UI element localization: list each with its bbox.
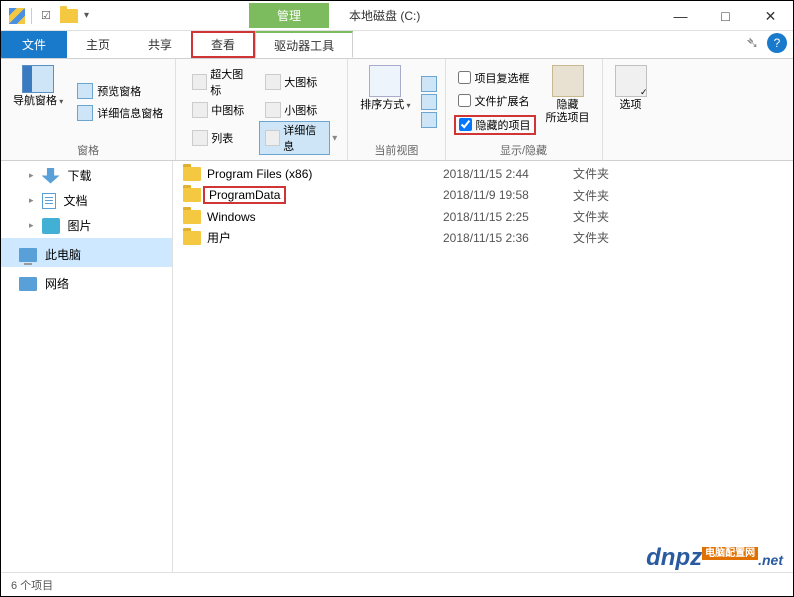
- ribbon-tabs: 文件 主页 共享 查看 驱动器工具 ➴ ?: [1, 31, 793, 59]
- minimize-button[interactable]: —: [658, 1, 703, 31]
- maximize-button[interactable]: □: [703, 1, 748, 31]
- layout-icon: [192, 130, 208, 146]
- layout-list[interactable]: 列表: [186, 121, 257, 155]
- tab-home[interactable]: 主页: [67, 31, 129, 58]
- hidden-items-toggle[interactable]: 隐藏的项目: [454, 115, 536, 135]
- ribbon-group-current-view: 排序方式 ▾ 当前视图: [348, 59, 445, 160]
- file-date: 2018/11/15 2:44: [443, 167, 573, 181]
- file-type: 文件夹: [573, 187, 609, 204]
- preview-pane-button[interactable]: 预览窗格: [73, 81, 167, 101]
- options-icon: ✓: [615, 65, 647, 97]
- item-count: 6 个项目: [11, 577, 53, 593]
- layout-lg-icons[interactable]: 大图标: [259, 65, 330, 99]
- nav-pane-button[interactable]: 导航窗格 ▾: [9, 63, 67, 140]
- details-pane-button[interactable]: 详细信息窗格: [73, 103, 167, 123]
- hide-selected-button[interactable]: 隐藏所选项目: [542, 63, 594, 140]
- layout-icon: [265, 74, 281, 90]
- tab-view[interactable]: 查看: [191, 31, 255, 58]
- pc-icon: [19, 248, 37, 262]
- ribbon: 导航窗格 ▾ 预览窗格 详细信息窗格 窗格 超大图标 大图标 中图标 小图标 列…: [1, 59, 793, 161]
- qat-check-icon[interactable]: ☑: [38, 8, 54, 24]
- downloads-icon: [42, 168, 60, 184]
- size-columns-icon[interactable]: [421, 112, 437, 128]
- folder-icon: [183, 231, 201, 245]
- sidebar-item-documents[interactable]: ▸文档: [1, 188, 172, 213]
- file-row[interactable]: ProgramData 2018/11/9 19:58文件夹: [173, 184, 793, 206]
- window-controls: — □ ✕: [658, 1, 793, 31]
- nav-pane-icon: [22, 65, 54, 93]
- sidebar-item-network[interactable]: 网络: [1, 267, 172, 296]
- file-type: 文件夹: [573, 165, 609, 182]
- group-label-current-view: 当前视图: [356, 140, 436, 158]
- layout-icon: [192, 102, 208, 118]
- help-button[interactable]: ?: [767, 33, 787, 53]
- file-date: 2018/11/15 2:36: [443, 231, 573, 245]
- file-type: 文件夹: [573, 229, 609, 246]
- statusbar: 6 个项目: [1, 572, 793, 596]
- documents-icon: [42, 193, 56, 209]
- pin-ribbon-icon[interactable]: ➴: [746, 33, 759, 53]
- window-title: 本地磁盘 (C:): [349, 7, 420, 24]
- tab-file[interactable]: 文件: [1, 31, 67, 58]
- contextual-tab-label: 管理: [249, 3, 329, 28]
- sidebar-item-pictures[interactable]: ▸图片: [1, 213, 172, 238]
- file-date: 2018/11/9 19:58: [443, 188, 573, 202]
- hide-icon: [552, 65, 584, 97]
- file-name: ProgramData: [203, 186, 286, 204]
- ribbon-group-layout: 超大图标 大图标 中图标 小图标 列表 详细信息 ▾ 布局: [176, 59, 348, 160]
- file-row[interactable]: Program Files (x86) 2018/11/15 2:44文件夹: [173, 163, 793, 184]
- file-type: 文件夹: [573, 208, 609, 225]
- options-button[interactable]: ✓ 选项: [611, 63, 651, 144]
- content-area: ▸下载 ▸文档 ▸图片 此电脑 网络 Program Files (x86) 20…: [1, 161, 793, 572]
- group-label-show-hide: 显示/隐藏: [454, 140, 594, 158]
- group-by-icon[interactable]: [421, 76, 437, 92]
- details-pane-icon: [77, 105, 93, 121]
- ribbon-group-panes: 导航窗格 ▾ 预览窗格 详细信息窗格 窗格: [1, 59, 176, 160]
- file-row[interactable]: Windows 2018/11/15 2:25文件夹: [173, 206, 793, 227]
- watermark: dnpz电脑配置网.net: [646, 544, 783, 572]
- ribbon-group-options: ✓ 选项: [603, 59, 659, 160]
- layout-details[interactable]: 详细信息: [259, 121, 330, 155]
- file-name: Windows: [207, 210, 256, 224]
- preview-pane-icon: [77, 83, 93, 99]
- group-label-panes: 窗格: [9, 140, 167, 158]
- sidebar-item-this-pc[interactable]: 此电脑: [1, 238, 172, 267]
- tab-drive-tools[interactable]: 驱动器工具: [255, 31, 353, 58]
- layout-icon: [265, 102, 281, 118]
- folder-icon: [183, 188, 201, 202]
- file-name: 用户: [207, 229, 231, 246]
- sidebar-item-downloads[interactable]: ▸下载: [1, 163, 172, 188]
- file-date: 2018/11/15 2:25: [443, 210, 573, 224]
- folder-icon: [183, 210, 201, 224]
- pictures-icon: [42, 218, 60, 234]
- app-icon: [9, 8, 25, 24]
- titlebar: ☑ ▾ 管理 本地磁盘 (C:) — □ ✕: [1, 1, 793, 31]
- quick-access-toolbar: ☑ ▾: [1, 8, 89, 24]
- layout-sm-icons[interactable]: 小图标: [259, 101, 330, 119]
- layout-icon: [265, 130, 280, 146]
- ribbon-group-show-hide: 项目复选框 文件扩展名 隐藏的项目 隐藏所选项目 显示/隐藏: [446, 59, 603, 160]
- qat-folder-icon[interactable]: [60, 9, 78, 23]
- qat-dropdown-icon[interactable]: ▾: [84, 10, 89, 21]
- file-row[interactable]: 用户 2018/11/15 2:36文件夹: [173, 227, 793, 248]
- file-name: Program Files (x86): [207, 167, 312, 181]
- network-icon: [19, 277, 37, 291]
- layout-xl-icons[interactable]: 超大图标: [186, 65, 257, 99]
- sort-by-button[interactable]: 排序方式 ▾: [356, 63, 414, 140]
- folder-icon: [183, 167, 201, 181]
- sort-icon: [369, 65, 401, 97]
- layout-more-icon[interactable]: ▾: [332, 133, 337, 144]
- navigation-pane: ▸下载 ▸文档 ▸图片 此电脑 网络: [1, 161, 173, 572]
- file-list: Program Files (x86)2018/11/15 2:44文件夹Pro…: [173, 161, 793, 572]
- layout-icon: [192, 74, 207, 90]
- item-checkboxes-toggle[interactable]: 项目复选框: [454, 69, 536, 87]
- layout-md-icons[interactable]: 中图标: [186, 101, 257, 119]
- file-extensions-toggle[interactable]: 文件扩展名: [454, 92, 536, 110]
- close-button[interactable]: ✕: [748, 1, 793, 31]
- tab-share[interactable]: 共享: [129, 31, 191, 58]
- add-columns-icon[interactable]: [421, 94, 437, 110]
